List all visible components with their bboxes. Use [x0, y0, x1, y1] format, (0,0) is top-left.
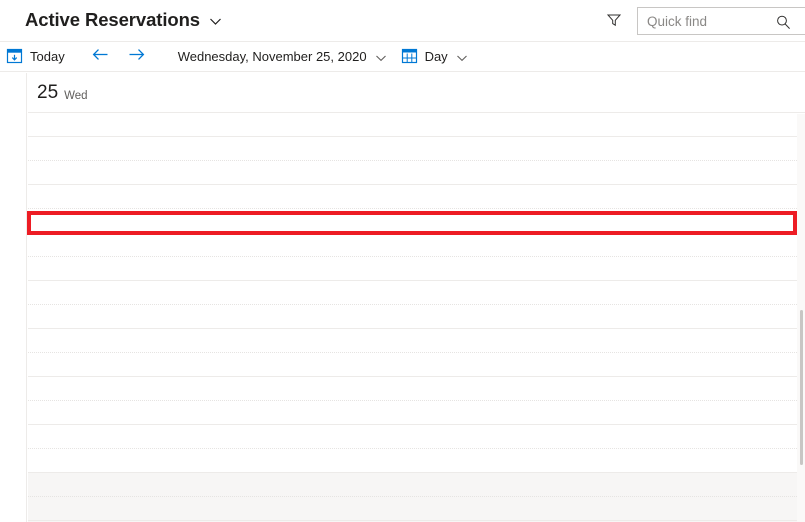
- date-picker-button[interactable]: Wednesday, November 25, 2020: [178, 43, 387, 71]
- half-hour-gridline: [28, 256, 797, 257]
- search-magnifier-icon[interactable]: [773, 12, 793, 32]
- arrow-left-icon: [91, 47, 110, 67]
- filter-button[interactable]: [603, 11, 625, 33]
- calendar-today-icon: [6, 47, 23, 67]
- time-slot-fill[interactable]: [28, 473, 797, 521]
- day-of-week: Wed: [64, 89, 88, 102]
- chevron-down-icon[interactable]: [209, 15, 222, 28]
- day-number: 25: [37, 81, 59, 103]
- day-calendar: 25 Wed 10a11a12p1p2p3p4p5p6p: [0, 73, 805, 522]
- app-header: Active Reservations: [0, 0, 805, 42]
- page-title: Active Reservations: [25, 9, 200, 30]
- chevron-down-icon[interactable]: [456, 52, 468, 64]
- calendar-day-icon: [401, 47, 418, 67]
- calendar-toolbar: Today Wednesday, November 25, 2020 Day: [0, 42, 805, 72]
- scrollbar-thumb[interactable]: [800, 310, 803, 465]
- day-column-header[interactable]: 25 Wed: [28, 73, 805, 113]
- time-slot-row[interactable]: 11a: [0, 185, 805, 239]
- time-slot-fill[interactable]: [28, 329, 797, 377]
- search-input[interactable]: [647, 13, 767, 29]
- calendar-grid-rows: 10a11a12p1p2p3p4p5p6p: [0, 113, 805, 522]
- time-slot-row[interactable]: 2p: [0, 329, 805, 383]
- time-slot-row[interactable]: 5p: [0, 473, 805, 522]
- today-label: Today: [30, 49, 65, 64]
- half-hour-gridline: [28, 496, 797, 497]
- half-hour-gridline: [28, 352, 797, 353]
- next-day-button[interactable]: [123, 44, 151, 70]
- time-slot-fill[interactable]: [28, 233, 797, 281]
- half-hour-gridline: [28, 208, 797, 209]
- time-slot-row[interactable]: 3p: [0, 377, 805, 431]
- time-slot-row[interactable]: 10a: [0, 137, 805, 191]
- time-slot-fill[interactable]: [28, 113, 797, 137]
- time-slot-row[interactable]: 12p: [0, 233, 805, 287]
- filter-funnel-icon: [606, 12, 622, 33]
- time-slot-fill[interactable]: [28, 377, 797, 425]
- time-slot-row[interactable]: [0, 113, 805, 137]
- chevron-down-icon[interactable]: [375, 52, 387, 64]
- time-slot-fill[interactable]: [28, 425, 797, 473]
- view-label: Day: [424, 49, 448, 64]
- current-date-label: Wednesday, November 25, 2020: [177, 49, 367, 64]
- calendar-grid-body[interactable]: 10a11a12p1p2p3p4p5p6p: [0, 113, 805, 522]
- previous-day-button[interactable]: [87, 44, 115, 70]
- half-hour-gridline: [28, 448, 797, 449]
- half-hour-gridline: [28, 400, 797, 401]
- time-slot-fill[interactable]: [28, 137, 797, 185]
- today-button[interactable]: Today: [6, 43, 65, 71]
- time-slot-fill[interactable]: [28, 281, 797, 329]
- half-hour-gridline: [28, 160, 797, 161]
- view-selector-button[interactable]: Day: [401, 43, 468, 71]
- time-slot-row[interactable]: 4p: [0, 425, 805, 479]
- quick-find-search-box[interactable]: [637, 7, 805, 35]
- time-slot-row[interactable]: 1p: [0, 281, 805, 335]
- arrow-right-icon: [127, 47, 146, 67]
- half-hour-gridline: [28, 304, 797, 305]
- time-slot-fill[interactable]: [28, 185, 797, 233]
- calendar-vertical-scrollbar[interactable]: [797, 114, 805, 522]
- page-title-dropdown[interactable]: Active Reservations: [25, 8, 222, 32]
